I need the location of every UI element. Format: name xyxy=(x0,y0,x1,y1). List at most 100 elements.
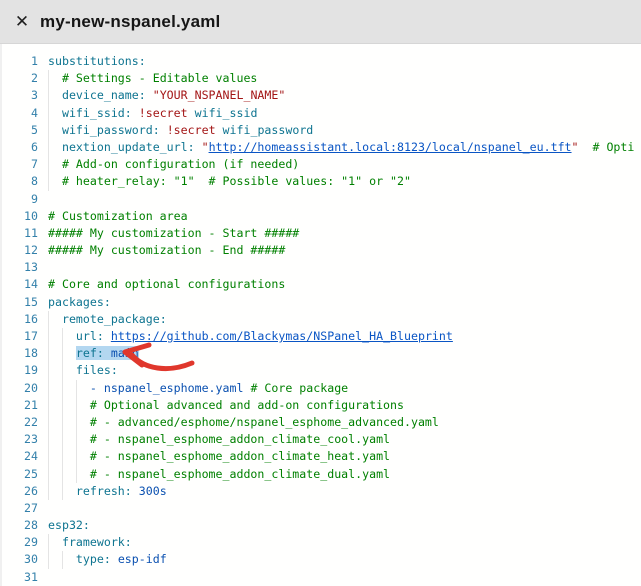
code-line-17[interactable]: 17 url: https://github.com/Blackymas/NSP… xyxy=(2,328,641,345)
code-line-20[interactable]: 20 - nspanel_esphome.yaml # Core package xyxy=(2,380,641,397)
code-text[interactable]: url: https://github.com/Blackymas/NSPane… xyxy=(48,328,453,345)
code-text[interactable]: # Add-on configuration (if needed) xyxy=(48,156,299,173)
code-text[interactable]: wifi_ssid: !secret wifi_ssid xyxy=(48,105,257,122)
line-number[interactable]: 9 xyxy=(2,191,38,208)
code-text[interactable]: substitutions: xyxy=(48,53,146,70)
code-text[interactable]: - nspanel_esphome.yaml # Core package xyxy=(48,380,348,397)
code-line-28[interactable]: 28 esp32: xyxy=(2,517,641,534)
code-text[interactable]: wifi_password: !secret wifi_password xyxy=(48,122,313,139)
code-token xyxy=(104,329,111,343)
line-number[interactable]: 2 xyxy=(2,70,38,87)
code-token: : xyxy=(125,484,132,498)
line-number[interactable]: 22 xyxy=(2,414,38,431)
line-number[interactable]: 26 xyxy=(2,483,38,500)
line-number[interactable]: 11 xyxy=(2,225,38,242)
url-link[interactable]: https://github.com/Blackymas/NSPanel_HA_… xyxy=(111,329,453,343)
code-line-6[interactable]: 6 nextion_update_url: "http://homeassist… xyxy=(2,139,641,156)
line-number[interactable]: 16 xyxy=(2,311,38,328)
code-text[interactable]: # Customization area xyxy=(48,208,188,225)
code-text[interactable]: ##### My customization - End ##### xyxy=(48,242,285,259)
code-line-3[interactable]: 3 device_name: "YOUR_NSPANEL_NAME" xyxy=(2,87,641,104)
url-link[interactable]: http://homeassistant.local:8123/local/ns… xyxy=(209,140,572,154)
code-line-8[interactable]: 8 # heater_relay: "1" # Possible values:… xyxy=(2,173,641,190)
line-number[interactable]: 5 xyxy=(2,122,38,139)
line-number[interactable]: 24 xyxy=(2,448,38,465)
line-number[interactable]: 29 xyxy=(2,534,38,551)
code-line-29[interactable]: 29 framework: xyxy=(2,534,641,551)
line-number[interactable]: 18 xyxy=(2,345,38,362)
code-text[interactable]: # - nspanel_esphome_addon_climate_dual.y… xyxy=(48,466,390,483)
code-line-4[interactable]: 4 wifi_ssid: !secret wifi_ssid xyxy=(2,105,641,122)
code-line-23[interactable]: 23 # - nspanel_esphome_addon_climate_coo… xyxy=(2,431,641,448)
line-number[interactable]: 6 xyxy=(2,139,38,156)
code-text[interactable]: remote_package: xyxy=(48,311,167,328)
line-number[interactable]: 8 xyxy=(2,173,38,190)
code-line-9[interactable]: 9 xyxy=(2,191,641,208)
line-number[interactable]: 30 xyxy=(2,551,38,568)
selected-text[interactable]: ref: main xyxy=(76,346,139,360)
code-text[interactable]: esp32: xyxy=(48,517,90,534)
code-line-14[interactable]: 14 # Core and optional configurations xyxy=(2,276,641,293)
line-number[interactable]: 12 xyxy=(2,242,38,259)
code-line-1[interactable]: 1 substitutions: xyxy=(2,53,641,70)
code-line-11[interactable]: 11 ##### My customization - Start ##### xyxy=(2,225,641,242)
code-line-21[interactable]: 21 # Optional advanced and add-on config… xyxy=(2,397,641,414)
code-line-2[interactable]: 2 # Settings - Editable values xyxy=(2,70,641,87)
code-line-22[interactable]: 22 # - advanced/esphome/nspanel_esphome_… xyxy=(2,414,641,431)
code-text[interactable]: device_name: "YOUR_NSPANEL_NAME" xyxy=(48,87,285,104)
code-line-24[interactable]: 24 # - nspanel_esphome_addon_climate_hea… xyxy=(2,448,641,465)
code-text[interactable]: # Core and optional configurations xyxy=(48,276,285,293)
line-number[interactable]: 14 xyxy=(2,276,38,293)
code-line-15[interactable]: 15 packages: xyxy=(2,294,641,311)
line-number[interactable]: 20 xyxy=(2,380,38,397)
line-number[interactable]: 27 xyxy=(2,500,38,517)
code-line-19[interactable]: 19 files: xyxy=(2,362,641,379)
line-number[interactable]: 19 xyxy=(2,362,38,379)
code-token: " xyxy=(202,140,209,154)
line-number[interactable]: 10 xyxy=(2,208,38,225)
line-number[interactable]: 3 xyxy=(2,87,38,104)
line-number[interactable]: 21 xyxy=(2,397,38,414)
line-number[interactable]: 15 xyxy=(2,294,38,311)
line-number[interactable]: 17 xyxy=(2,328,38,345)
code-text[interactable]: # Optional advanced and add-on configura… xyxy=(48,397,404,414)
line-number[interactable]: 23 xyxy=(2,431,38,448)
code-text[interactable]: # - nspanel_esphome_addon_climate_heat.y… xyxy=(48,448,390,465)
code-text[interactable]: ##### My customization - Start ##### xyxy=(48,225,299,242)
code-text[interactable]: # Settings - Editable values xyxy=(48,70,257,87)
line-number[interactable]: 31 xyxy=(2,569,38,586)
line-number[interactable]: 1 xyxy=(2,53,38,70)
code-token xyxy=(146,88,153,102)
code-line-12[interactable]: 12 ##### My customization - End ##### xyxy=(2,242,641,259)
line-number[interactable]: 4 xyxy=(2,105,38,122)
code-line-10[interactable]: 10 # Customization area xyxy=(2,208,641,225)
code-text[interactable]: refresh: 300s xyxy=(48,483,167,500)
code-text[interactable]: # heater_relay: "1" # Possible values: "… xyxy=(48,173,411,190)
code-text[interactable]: framework: xyxy=(48,534,132,551)
code-text[interactable]: packages: xyxy=(48,294,111,311)
code-token: - nspanel_esphome.yaml xyxy=(90,381,244,395)
code-line-27[interactable]: 27 xyxy=(2,500,641,517)
code-editor[interactable]: 1substitutions:2 # Settings - Editable v… xyxy=(0,44,641,586)
close-icon[interactable]: ✕ xyxy=(8,8,36,36)
code-line-18[interactable]: 18 ref: main xyxy=(2,345,641,362)
line-number[interactable]: 25 xyxy=(2,466,38,483)
code-line-31[interactable]: 31 xyxy=(2,569,641,586)
line-number[interactable]: 7 xyxy=(2,156,38,173)
code-line-16[interactable]: 16 remote_package: xyxy=(2,311,641,328)
code-text[interactable]: nextion_update_url: "http://homeassistan… xyxy=(48,139,634,156)
code-text[interactable]: files: xyxy=(48,362,118,379)
code-line-5[interactable]: 5 wifi_password: !secret wifi_password xyxy=(2,122,641,139)
code-line-25[interactable]: 25 # - nspanel_esphome_addon_climate_dua… xyxy=(2,466,641,483)
code-text[interactable]: type: esp-idf xyxy=(48,551,167,568)
code-text[interactable]: # - advanced/esphome/nspanel_esphome_adv… xyxy=(48,414,439,431)
code-line-7[interactable]: 7 # Add-on configuration (if needed) xyxy=(2,156,641,173)
code-line-30[interactable]: 30 type: esp-idf xyxy=(2,551,641,568)
code-line-26[interactable]: 26 refresh: 300s xyxy=(2,483,641,500)
line-number[interactable]: 28 xyxy=(2,517,38,534)
code-text[interactable]: ref: main xyxy=(48,345,139,362)
code-text[interactable]: # - nspanel_esphome_addon_climate_cool.y… xyxy=(48,431,390,448)
line-number[interactable]: 13 xyxy=(2,259,38,276)
code-line-13[interactable]: 13 xyxy=(2,259,641,276)
code-token: : xyxy=(104,295,111,309)
